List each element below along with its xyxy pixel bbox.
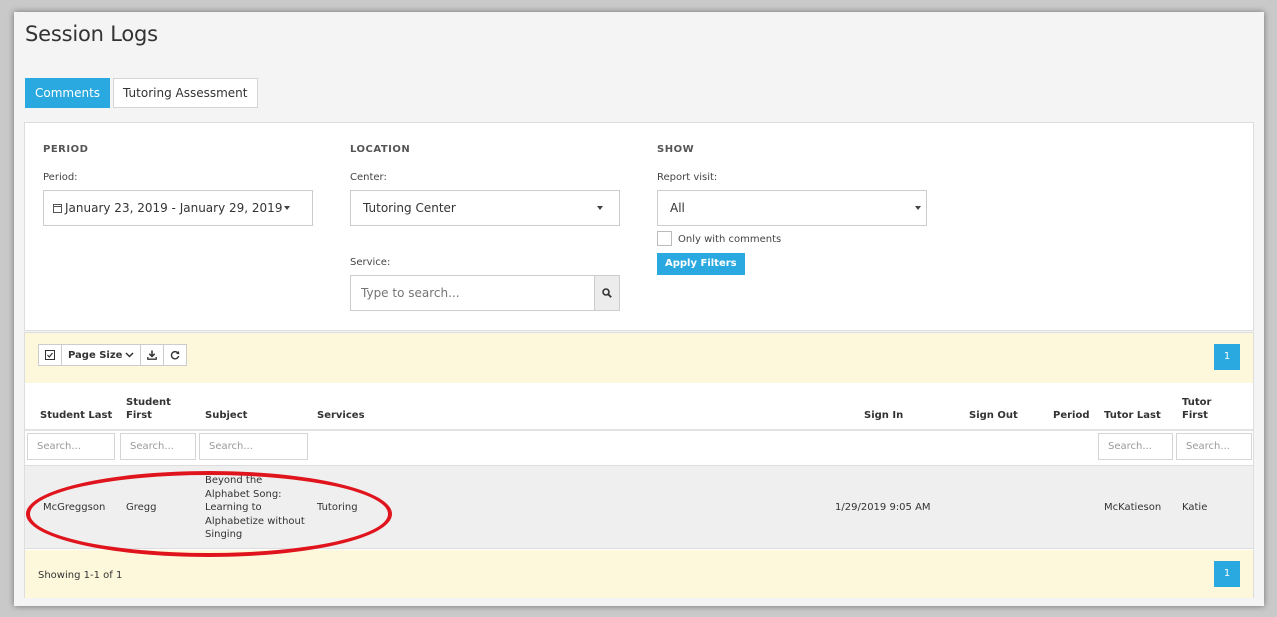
report-visit-value: All bbox=[670, 201, 685, 215]
center-select[interactable]: Tutoring Center bbox=[350, 190, 620, 226]
col-header-tutor-first[interactable]: Tutor First bbox=[1182, 396, 1211, 422]
tab-tutoring-assessment[interactable]: Tutoring Assessment bbox=[113, 78, 258, 108]
toolbar-buttons: Page Size bbox=[38, 344, 188, 366]
pager-page-1-bottom[interactable]: 1 bbox=[1214, 561, 1240, 587]
session-log-grid: Page Size 1 Student Last Student First S… bbox=[24, 332, 1254, 598]
center-label: Center: bbox=[350, 172, 387, 183]
col-header-student-first[interactable]: Student First bbox=[126, 396, 171, 422]
only-comments-checkbox[interactable] bbox=[657, 231, 672, 246]
col-header-sign-out[interactable]: Sign Out bbox=[969, 409, 1018, 422]
col-header-subject[interactable]: Subject bbox=[205, 409, 247, 422]
header-divider bbox=[25, 429, 1253, 431]
apply-filters-button[interactable]: Apply Filters bbox=[657, 253, 745, 275]
center-value: Tutoring Center bbox=[363, 201, 456, 215]
only-comments-label: Only with comments bbox=[678, 234, 782, 245]
chevron-down-icon bbox=[597, 206, 603, 210]
search-icon bbox=[602, 288, 612, 298]
cell-sign-in: 1/29/2019 9:05 AM bbox=[835, 502, 931, 513]
grid-toolbar: Page Size 1 bbox=[25, 333, 1253, 383]
search-button[interactable] bbox=[594, 276, 619, 310]
report-visit-select[interactable]: All bbox=[657, 190, 927, 226]
search-subject[interactable]: Search... bbox=[199, 433, 308, 460]
search-tutor-first[interactable]: Search... bbox=[1176, 433, 1252, 460]
tab-comments[interactable]: Comments bbox=[25, 78, 111, 108]
show-heading: SHOW bbox=[657, 144, 695, 155]
download-icon bbox=[147, 350, 158, 360]
download-button[interactable] bbox=[141, 345, 165, 365]
cell-tutor-last: McKatieson bbox=[1104, 502, 1162, 513]
refresh-button[interactable] bbox=[164, 345, 186, 365]
search-student-first[interactable]: Search... bbox=[120, 433, 196, 460]
period-label: Period: bbox=[43, 172, 78, 183]
service-label: Service: bbox=[350, 257, 391, 268]
col-header-services[interactable]: Services bbox=[317, 409, 365, 422]
report-visit-label: Report visit: bbox=[657, 172, 718, 183]
showing-count: Showing 1-1 of 1 bbox=[38, 570, 123, 581]
period-heading: PERIOD bbox=[43, 144, 89, 155]
checkbox-icon bbox=[45, 350, 55, 360]
col-header-sign-in[interactable]: Sign In bbox=[864, 409, 903, 422]
page-size-button[interactable]: Page Size bbox=[62, 345, 142, 365]
search-student-last[interactable]: Search... bbox=[27, 433, 115, 460]
refresh-icon bbox=[171, 350, 180, 360]
chevron-down-icon bbox=[284, 206, 291, 210]
location-heading: LOCATION bbox=[350, 144, 411, 155]
pager-page-1-top[interactable]: 1 bbox=[1214, 344, 1240, 370]
period-value: January 23, 2019 - January 29, 2019 bbox=[65, 201, 283, 215]
app-window: Session Logs Comments Tutoring Assessmen… bbox=[14, 12, 1264, 606]
calendar-icon bbox=[53, 203, 62, 213]
search-tutor-last[interactable]: Search... bbox=[1098, 433, 1173, 460]
chevron-down-icon bbox=[125, 352, 134, 358]
tab-bar: Comments Tutoring Assessment bbox=[25, 78, 261, 108]
chevron-down-icon bbox=[915, 206, 921, 210]
page-title: Session Logs bbox=[25, 22, 158, 46]
col-header-tutor-last[interactable]: Tutor Last bbox=[1104, 409, 1161, 422]
select-all-button[interactable] bbox=[39, 345, 62, 365]
service-search-input[interactable] bbox=[361, 286, 591, 300]
service-search bbox=[350, 275, 620, 311]
period-picker[interactable]: January 23, 2019 - January 29, 2019 bbox=[43, 190, 313, 226]
grid-footer: Showing 1-1 of 1 1 bbox=[25, 550, 1253, 598]
cell-tutor-first: Katie bbox=[1182, 502, 1208, 513]
highlight-annotation-ellipse bbox=[26, 471, 392, 557]
page-size-label: Page Size bbox=[68, 349, 123, 361]
col-header-period[interactable]: Period bbox=[1053, 409, 1090, 422]
filter-panel: PERIOD Period: January 23, 2019 - Januar… bbox=[24, 122, 1254, 331]
col-header-student-last[interactable]: Student Last bbox=[40, 409, 112, 422]
